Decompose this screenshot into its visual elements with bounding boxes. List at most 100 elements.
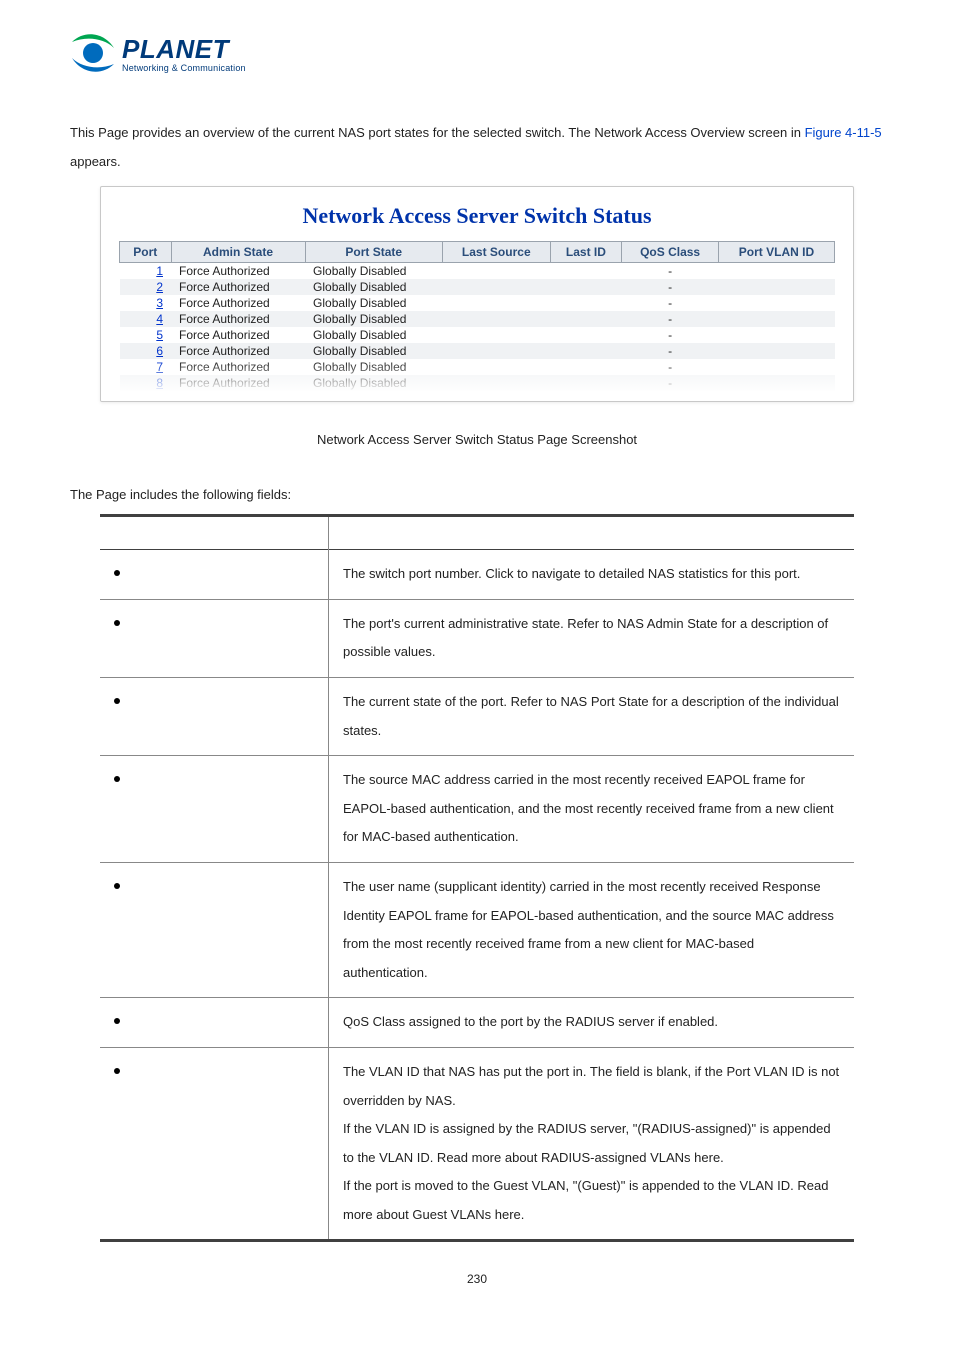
col-last-id: Last ID	[550, 242, 622, 263]
port-state-cell: Globally Disabled	[305, 343, 442, 359]
port-link[interactable]: 1	[120, 263, 172, 280]
last-source-cell	[442, 279, 550, 295]
nas-table-row: 5Force AuthorizedGlobally Disabled -	[120, 327, 835, 343]
port-link[interactable]: 6	[120, 343, 172, 359]
port-state-cell: Globally Disabled	[305, 279, 442, 295]
port-vlan-cell	[718, 327, 834, 343]
field-object-cell	[100, 862, 329, 997]
port-link[interactable]: 3	[120, 295, 172, 311]
bullet-icon	[114, 1018, 120, 1024]
bullet-icon	[114, 620, 120, 626]
col-qos-class: QoS Class	[622, 242, 719, 263]
last-id-cell	[550, 343, 622, 359]
field-row: The user name (supplicant identity) carr…	[100, 862, 854, 997]
admin-state-cell: Force Authorized	[171, 263, 305, 280]
fields-heading: The Page includes the following fields:	[70, 487, 884, 502]
field-row: The switch port number. Click to navigat…	[100, 550, 854, 600]
bullet-icon	[114, 570, 120, 576]
port-link[interactable]: 2	[120, 279, 172, 295]
field-row: The source MAC address carried in the mo…	[100, 756, 854, 863]
port-vlan-cell	[718, 263, 834, 280]
last-source-cell	[442, 295, 550, 311]
brand-logo: PLANET Networking & Communication	[70, 30, 884, 79]
col-admin-state: Admin State	[171, 242, 305, 263]
port-vlan-cell	[718, 295, 834, 311]
admin-state-cell: Force Authorized	[171, 343, 305, 359]
last-id-cell	[550, 375, 622, 391]
col-port: Port	[120, 242, 172, 263]
bullet-icon	[114, 698, 120, 704]
admin-state-cell: Force Authorized	[171, 295, 305, 311]
field-description-cell: The current state of the port. Refer to …	[329, 677, 855, 755]
field-description-cell: The user name (supplicant identity) carr…	[329, 862, 855, 997]
nas-table-row: 2Force AuthorizedGlobally Disabled -	[120, 279, 835, 295]
admin-state-cell: Force Authorized	[171, 327, 305, 343]
qos-class-cell: -	[622, 295, 719, 311]
field-object-cell	[100, 756, 329, 863]
intro-text-after: appears.	[70, 154, 121, 169]
field-row: The VLAN ID that NAS has put the port in…	[100, 1047, 854, 1241]
port-link[interactable]: 7	[120, 359, 172, 375]
admin-state-cell: Force Authorized	[171, 311, 305, 327]
last-id-cell	[550, 311, 622, 327]
col-port-state: Port State	[305, 242, 442, 263]
document-page: PLANET Networking & Communication This P…	[0, 0, 954, 1326]
port-vlan-cell	[718, 359, 834, 375]
nas-table-row: 3Force AuthorizedGlobally Disabled -	[120, 295, 835, 311]
qos-class-cell: -	[622, 279, 719, 295]
page-number: 230	[70, 1272, 884, 1286]
qos-class-cell: -	[622, 327, 719, 343]
port-link[interactable]: 4	[120, 311, 172, 327]
field-object-cell	[100, 677, 329, 755]
qos-class-cell: -	[622, 263, 719, 280]
field-description-cell: The switch port number. Click to navigat…	[329, 550, 855, 600]
nas-table-row: 7Force AuthorizedGlobally Disabled-	[120, 359, 835, 375]
port-vlan-cell	[718, 343, 834, 359]
port-state-cell: Globally Disabled	[305, 263, 442, 280]
screenshot-panel: Network Access Server Switch Status Port…	[100, 186, 854, 402]
fields-table-header-row	[100, 516, 854, 550]
nas-status-table: Port Admin State Port State Last Source …	[119, 241, 835, 391]
last-id-cell	[550, 359, 622, 375]
screenshot-caption: Network Access Server Switch Status Page…	[70, 432, 884, 447]
logo-tagline: Networking & Communication	[122, 64, 246, 73]
field-description-cell: The source MAC address carried in the mo…	[329, 756, 855, 863]
port-state-cell: Globally Disabled	[305, 295, 442, 311]
planet-swoosh-icon	[70, 30, 116, 79]
field-row: The current state of the port. Refer to …	[100, 677, 854, 755]
port-link[interactable]: 5	[120, 327, 172, 343]
nas-table-row: 8Force AuthorizedGlobally Disabled -	[120, 375, 835, 391]
nas-table-row: 4Force AuthorizedGlobally Disabled-	[120, 311, 835, 327]
nas-table-row: 6Force AuthorizedGlobally Disabled-	[120, 343, 835, 359]
field-description-cell: QoS Class assigned to the port by the RA…	[329, 998, 855, 1048]
port-state-cell: Globally Disabled	[305, 359, 442, 375]
qos-class-cell: -	[622, 359, 719, 375]
qos-class-cell: -	[622, 375, 719, 391]
nas-table-row: 1Force AuthorizedGlobally Disabled -	[120, 263, 835, 280]
col-port-vlan: Port VLAN ID	[718, 242, 834, 263]
last-id-cell	[550, 327, 622, 343]
intro-paragraph: This Page provides an overview of the cu…	[70, 119, 884, 176]
port-state-cell: Globally Disabled	[305, 375, 442, 391]
last-source-cell	[442, 327, 550, 343]
qos-class-cell: -	[622, 311, 719, 327]
admin-state-cell: Force Authorized	[171, 375, 305, 391]
col-last-source: Last Source	[442, 242, 550, 263]
port-vlan-cell	[718, 375, 834, 391]
nas-table-header-row: Port Admin State Port State Last Source …	[120, 242, 835, 263]
last-id-cell	[550, 279, 622, 295]
bullet-icon	[114, 883, 120, 889]
fields-table: The switch port number. Click to navigat…	[100, 514, 854, 1242]
field-object-cell	[100, 550, 329, 600]
admin-state-cell: Force Authorized	[171, 279, 305, 295]
screenshot-title: Network Access Server Switch Status	[119, 203, 835, 229]
logo-block: PLANET Networking & Communication	[70, 30, 884, 79]
port-vlan-cell	[718, 279, 834, 295]
port-state-cell: Globally Disabled	[305, 327, 442, 343]
intro-text-before: This Page provides an overview of the cu…	[70, 125, 805, 140]
field-row: The port's current administrative state.…	[100, 599, 854, 677]
port-link[interactable]: 8	[120, 375, 172, 391]
field-row: QoS Class assigned to the port by the RA…	[100, 998, 854, 1048]
last-source-cell	[442, 263, 550, 280]
last-source-cell	[442, 375, 550, 391]
